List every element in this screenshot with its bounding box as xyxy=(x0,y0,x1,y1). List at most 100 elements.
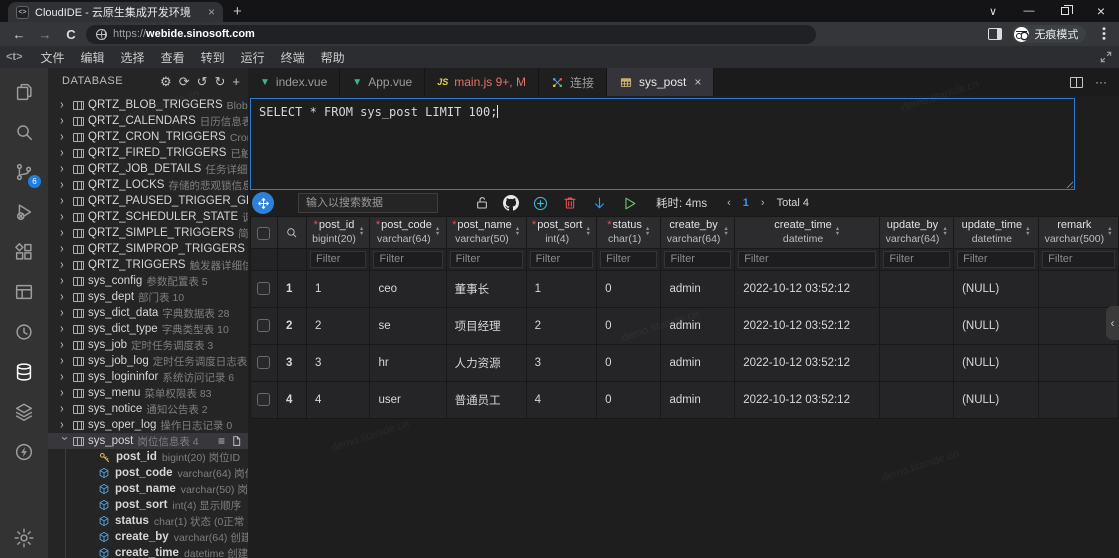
next-page-icon[interactable]: › xyxy=(761,197,765,209)
split-editor-icon[interactable] xyxy=(1070,77,1083,88)
activitybar-window-icon[interactable] xyxy=(0,272,48,312)
chevron-right-icon[interactable]: › xyxy=(60,306,69,320)
filter-input-create_by[interactable] xyxy=(664,251,731,268)
chevron-right-icon[interactable]: › xyxy=(60,258,69,272)
filter-input-update_time[interactable] xyxy=(957,251,1035,268)
cell[interactable]: admin xyxy=(661,381,735,418)
browser-menu-icon[interactable]: ••• xyxy=(1098,27,1110,42)
chevron-right-icon[interactable]: › xyxy=(60,194,69,208)
chevron-right-icon[interactable]: › xyxy=(60,162,69,176)
cell[interactable]: 2022-10-12 03:52:12 xyxy=(735,381,880,418)
settings-gear-icon[interactable]: ⚙ xyxy=(160,75,172,88)
cell[interactable]: ceo xyxy=(370,270,446,307)
cell[interactable]: hr xyxy=(370,344,446,381)
col-header-update_time[interactable]: update_timedatetime ▲▼ xyxy=(954,217,1039,249)
menu-编辑[interactable]: 编辑 xyxy=(73,50,113,66)
sort-icon[interactable]: ▲▼ xyxy=(723,227,728,237)
cell[interactable]: 1 xyxy=(526,270,596,307)
sort-icon[interactable]: ▲▼ xyxy=(585,227,590,237)
col-header-post_code[interactable]: *post_codevarchar(64) ▲▼ xyxy=(370,217,446,249)
table-item-QRTZ_BLOB_TRIGGERS[interactable]: › QRTZ_BLOB_TRIGGERS Blob类型的... xyxy=(48,97,248,113)
menu-终端[interactable]: 终端 xyxy=(273,50,313,66)
table-item-sys_post[interactable]: › sys_post 岗位信息表 4 ≡ xyxy=(48,433,248,449)
cell[interactable]: 2022-10-12 03:52:12 xyxy=(735,344,880,381)
resize-grip[interactable] xyxy=(1064,179,1073,188)
col-header-update_by[interactable]: update_byvarchar(64) ▲▼ xyxy=(880,217,954,249)
activitybar-explorer-icon[interactable] xyxy=(0,72,48,112)
select-all-header[interactable] xyxy=(251,217,278,249)
chevron-right-icon[interactable]: › xyxy=(60,338,69,352)
editor-tab-main.js[interactable]: JSmain.js 9+, M xyxy=(425,68,539,96)
col-header-create_time[interactable]: create_timedatetime ▲▼ xyxy=(735,217,880,249)
site-info-icon[interactable] xyxy=(96,29,107,40)
chevron-right-icon[interactable]: › xyxy=(60,210,69,224)
col-header-create_by[interactable]: create_byvarchar(64) ▲▼ xyxy=(661,217,735,249)
menu-选择[interactable]: 选择 xyxy=(113,50,153,66)
chevron-right-icon[interactable]: › xyxy=(60,98,69,112)
activitybar-lightning-icon[interactable] xyxy=(0,432,48,472)
tab-close-icon[interactable]: × xyxy=(694,75,701,89)
sort-icon[interactable]: ▲▼ xyxy=(942,227,947,237)
filter-input-post_sort[interactable] xyxy=(530,251,593,268)
menu-查看[interactable]: 查看 xyxy=(153,50,193,66)
checkbox[interactable] xyxy=(257,356,270,369)
cell[interactable]: 0 xyxy=(597,270,661,307)
address-bar[interactable]: https://webide.sinosoft.com xyxy=(86,25,816,44)
checkbox[interactable] xyxy=(257,393,270,406)
cell[interactable] xyxy=(1039,270,1119,307)
menu-帮助[interactable]: 帮助 xyxy=(313,50,353,66)
table-row[interactable]: 44user普通员工40admin2022-10-12 03:52:12(NUL… xyxy=(251,381,1119,418)
chevron-right-icon[interactable]: › xyxy=(60,226,69,240)
minimize-icon[interactable]: — xyxy=(1011,0,1047,22)
cell[interactable] xyxy=(880,307,954,344)
sort-icon[interactable]: ▲▼ xyxy=(835,227,840,237)
reload-icon[interactable]: C xyxy=(60,27,82,42)
chevron-right-icon[interactable]: › xyxy=(60,114,69,128)
field-item-post_id[interactable]: post_id bigint(20) 岗位ID xyxy=(65,449,248,465)
sort-icon[interactable]: ▲▼ xyxy=(1025,227,1030,237)
tab-close-icon[interactable]: × xyxy=(208,5,215,19)
table-item-QRTZ_SIMPROP_TRIGGERS[interactable]: › QRTZ_SIMPROP_TRIGGERS 同步机... xyxy=(48,241,248,257)
activitybar-run-debug-icon[interactable] xyxy=(0,192,48,232)
col-header-post_sort[interactable]: *post_sortint(4) ▲▼ xyxy=(526,217,596,249)
table-item-QRTZ_PAUSED_TRIGGER_GRPS[interactable]: › QRTZ_PAUSED_TRIGGER_GRPS 暂... xyxy=(48,193,248,209)
field-item-post_name[interactable]: post_name varchar(50) 岗位名称 xyxy=(65,481,248,497)
menu-运行[interactable]: 运行 xyxy=(233,50,273,66)
forward-icon[interactable]: → xyxy=(34,27,56,42)
back-icon[interactable]: ← xyxy=(8,27,30,42)
sql-editor[interactable]: SELECT * FROM sys_post LIMIT 100; xyxy=(250,98,1075,190)
chevron-right-icon[interactable]: › xyxy=(60,418,69,432)
checkbox[interactable] xyxy=(257,227,270,240)
window-menu-icon[interactable]: ∨ xyxy=(975,0,1011,22)
chevron-right-icon[interactable]: › xyxy=(60,402,69,416)
sort-icon[interactable]: ▲▼ xyxy=(435,227,440,237)
unlock-icon[interactable] xyxy=(474,195,490,211)
editor-tab-App.vue[interactable]: ▼App.vue xyxy=(340,68,425,96)
filter-input-status[interactable] xyxy=(600,251,657,268)
filter-input-post_code[interactable] xyxy=(373,251,442,268)
col-header-status[interactable]: *statuschar(1) ▲▼ xyxy=(597,217,661,249)
cell[interactable] xyxy=(880,270,954,307)
table-item-QRTZ_SCHEDULER_STATE[interactable]: › QRTZ_SCHEDULER_STATE 调度器状... xyxy=(48,209,248,225)
chevron-down-icon[interactable]: › xyxy=(57,437,71,446)
activitybar-layers-icon[interactable] xyxy=(0,392,48,432)
chevron-right-icon[interactable]: › xyxy=(60,146,69,160)
sort-icon[interactable]: ▲▼ xyxy=(645,227,650,237)
delete-row-icon[interactable] xyxy=(562,195,578,211)
cell[interactable]: 0 xyxy=(597,344,661,381)
add-icon[interactable]: + xyxy=(232,75,240,88)
cell[interactable]: 4 xyxy=(526,381,596,418)
chevron-right-icon[interactable]: › xyxy=(60,130,69,144)
more-actions-icon[interactable]: ··· xyxy=(1095,75,1107,89)
table-item-sys_menu[interactable]: › sys_menu 菜单权限表 83 xyxy=(48,385,248,401)
table-item-sys_dict_type[interactable]: › sys_dict_type 字典类型表 10 xyxy=(48,321,248,337)
sort-icon[interactable]: ▲▼ xyxy=(515,227,520,237)
col-header-post_id[interactable]: *post_idbigint(20) ▲▼ xyxy=(306,217,369,249)
cell[interactable]: 2022-10-12 03:52:12 xyxy=(735,307,880,344)
cell[interactable]: 人力资源 xyxy=(446,344,526,381)
move-button[interactable] xyxy=(252,192,274,214)
field-item-create_time[interactable]: create_time datetime 创建时间 xyxy=(65,545,248,558)
chevron-right-icon[interactable]: › xyxy=(60,370,69,384)
cell[interactable]: admin xyxy=(661,270,735,307)
cell[interactable]: (NULL) xyxy=(954,270,1039,307)
